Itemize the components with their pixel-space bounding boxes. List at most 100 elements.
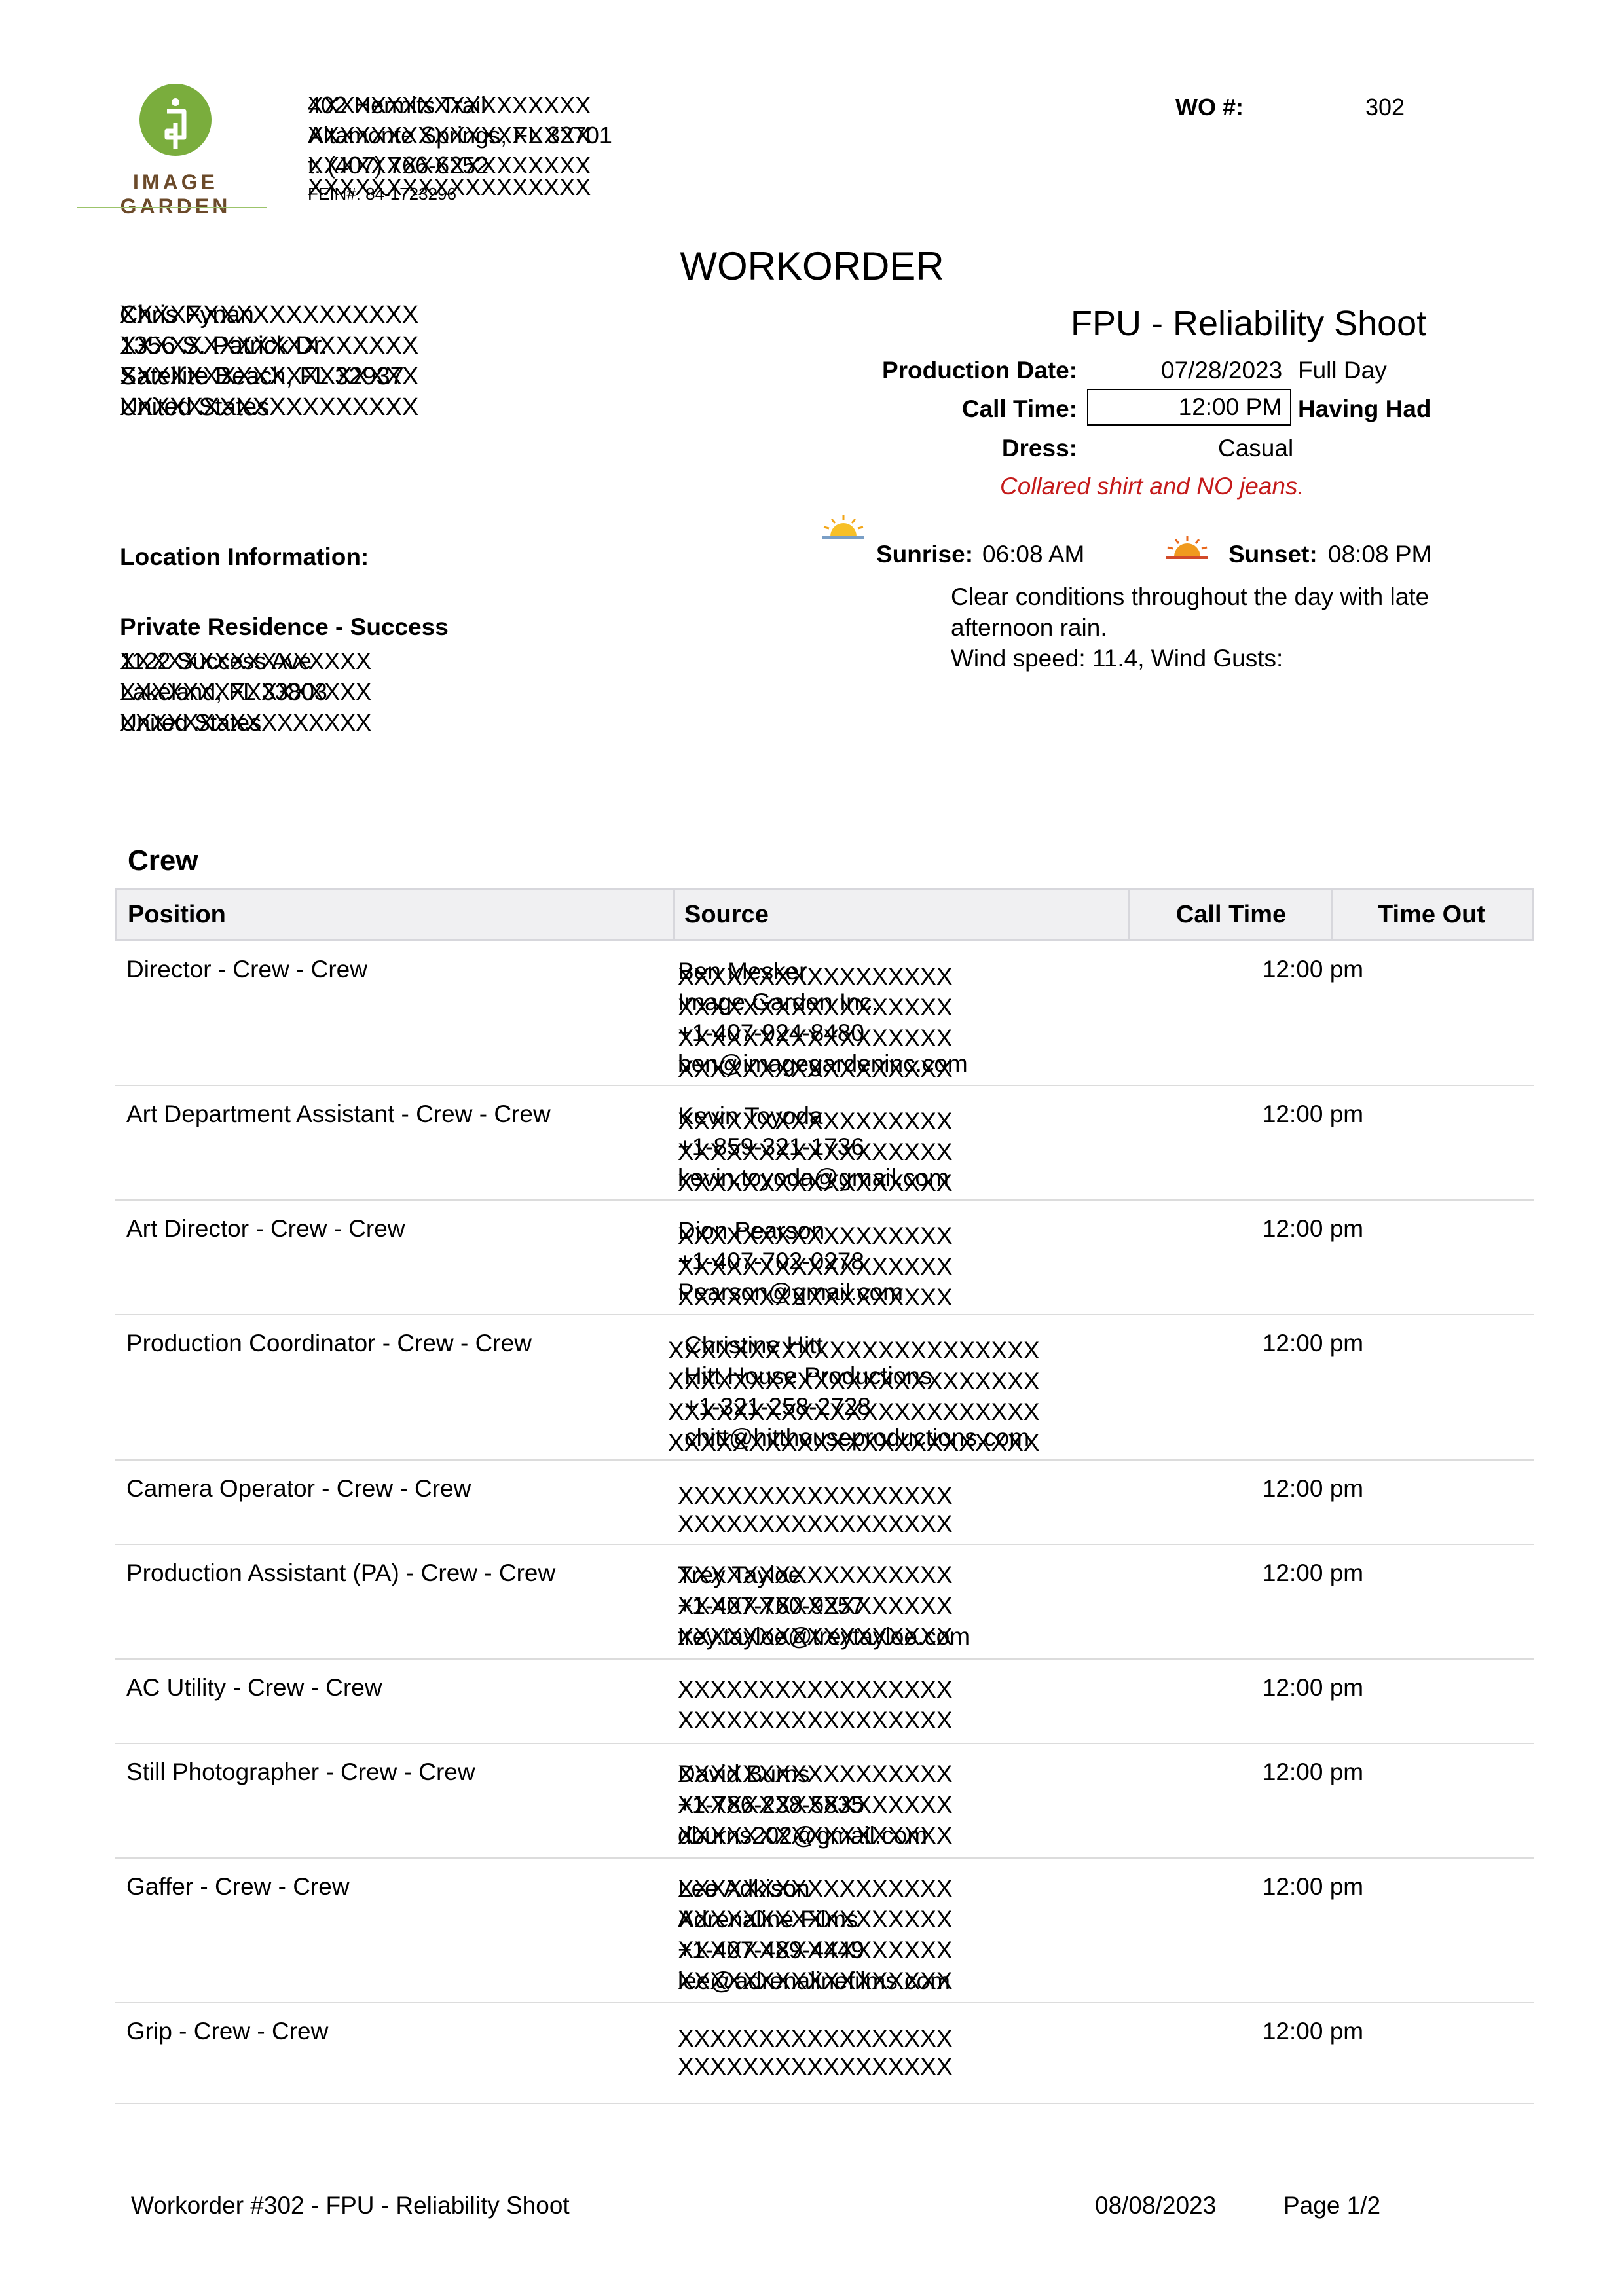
table-row: Grip - Crew - Crew XXXXXXXXXXXXXXXXX XXX… bbox=[115, 2003, 1534, 2104]
crew-source: XXXXXXXXXXXXXXXXX XXXXXXXXXXXXXXXXX bbox=[678, 1475, 953, 1537]
crew-call-time: 12:00 pm bbox=[1262, 1758, 1364, 1785]
crew-call-time: 12:00 pm bbox=[1262, 1475, 1364, 1502]
crew-table-header: Position Source Call Time Time Out bbox=[115, 888, 1534, 941]
crew-call-time: 12:00 pm bbox=[1262, 956, 1364, 983]
crew-source: David Burns XXXXXXXXXXXXXXXXX +1-786-238-… bbox=[678, 1758, 953, 1851]
company-line: 402 Hermits Trail XXXXXXXXXXXXXXXXXX bbox=[308, 92, 591, 118]
source-line: Hitt House Productions XXXXXXXXXXXXXXXXXX… bbox=[668, 1362, 1040, 1394]
source-line: dburns202@gmail.com XXXXXXXXXXXXXXXXX bbox=[678, 1822, 953, 1849]
table-row: Art Director - Crew - Crew Dion Pearson X… bbox=[115, 1201, 1534, 1315]
call-time-field: 12:00 PM bbox=[1087, 389, 1291, 426]
location-name: Private Residence - Success bbox=[120, 613, 449, 640]
sunset-time: 08:08 PM bbox=[1328, 541, 1432, 568]
crew-position: Production Assistant (PA) - Crew - Crew bbox=[126, 1559, 556, 1586]
call-time-label: Call Time: bbox=[961, 395, 1077, 422]
company-line: Altamonte Springs, FL 32701 XXXXXXXXXXXXX… bbox=[308, 122, 612, 149]
source-line: XXXXXXXXXXXXXXXXX bbox=[678, 1510, 953, 1537]
logo-mark-icon bbox=[139, 84, 212, 156]
table-row: Art Department Assistant - Crew - Crew K… bbox=[115, 1086, 1534, 1201]
location-line: Lakeland, FL 33803 XXXXXXXXXXXXXXXX bbox=[120, 678, 372, 705]
project-name: FPU - Reliability Shoot bbox=[1071, 304, 1427, 343]
location-line: 1122 Success Ave XXXXXXXXXXXXXXXX bbox=[120, 647, 372, 674]
source-line: XXXXXXXXXXXXXXXXX bbox=[678, 1676, 953, 1703]
source-line: +1-786-238-5835 XXXXXXXXXXXXXXXXX bbox=[678, 1791, 953, 1818]
logo-underline bbox=[77, 207, 267, 208]
wo-label: WO #: bbox=[1175, 94, 1244, 120]
production-date-label: Production Date: bbox=[881, 357, 1077, 384]
sunset-label: Sunset: bbox=[1228, 541, 1318, 568]
footer-title: Workorder #302 - FPU - Reliability Shoot bbox=[131, 2192, 570, 2219]
table-row: Still Photographer - Crew - Crew David B… bbox=[115, 1744, 1534, 1859]
sunrise-icon bbox=[817, 514, 864, 539]
table-row: Gaffer - Crew - Crew Lee Adkison XXXXXXXX… bbox=[115, 1859, 1534, 2003]
column-header-call-time: Call Time bbox=[1175, 901, 1287, 928]
wo-number: 302 bbox=[1365, 94, 1405, 120]
crew-source: XXXXXXXXXXXXXXXXX XXXXXXXXXXXXXXXXX bbox=[678, 1674, 953, 1736]
source-line: Lee Adkison XXXXXXXXXXXXXXXXX bbox=[678, 1875, 953, 1902]
location-title: Location Information: bbox=[120, 543, 369, 570]
sunrise-time: 06:08 AM bbox=[982, 541, 1085, 568]
source-line: +1-407-760-9257 XXXXXXXXXXXXXXXXX bbox=[678, 1592, 953, 1619]
crew-call-time: 12:00 pm bbox=[1262, 1215, 1364, 1242]
table-row: Camera Operator - Crew - Crew XXXXXXXXXX… bbox=[115, 1461, 1534, 1545]
production-date: 07/28/2023 bbox=[1161, 357, 1283, 384]
dress-label: Dress: bbox=[1001, 435, 1077, 462]
source-line: XXXXXXXXXXXXXXXXX bbox=[678, 1707, 953, 1734]
crew-section-title: Crew bbox=[128, 845, 198, 877]
crew-table: Position Source Call Time Time Out Direc… bbox=[115, 888, 1534, 2104]
logo-text: IMAGE GARDEN bbox=[120, 170, 231, 218]
source-line: ben@imagegardeninc.com XXXXXXXXXXXXXXXXX bbox=[678, 1050, 968, 1082]
weather-line: Wind speed: 11.4, Wind Gusts: bbox=[951, 645, 1283, 672]
column-header-time-out: Time Out bbox=[1378, 901, 1485, 928]
client-line: Chris Fynan XXXXXXXXXXXXXXXXXX bbox=[120, 301, 419, 329]
source-line: chitt@hitthouseproductions.com XXXXXXXXXX… bbox=[668, 1424, 1040, 1456]
source-line: +1-859-321-1736 XXXXXXXXXXXXXXXXX bbox=[678, 1133, 953, 1165]
source-line: +1-407-489-4449 XXXXXXXXXXXXXXXXX bbox=[678, 1937, 953, 1963]
source-line: Christine Hitt XXXXXXXXXXXXXXXXXXXXXXX bbox=[668, 1332, 1040, 1364]
source-line: Dion Pearson XXXXXXXXXXXXXXXXX bbox=[678, 1217, 953, 1249]
client-line: 1356 S. Patrick Dr. XXXXXXXXXXXXXXXXXX bbox=[120, 332, 419, 359]
crew-position: Production Coordinator - Crew - Crew bbox=[126, 1330, 532, 1357]
crew-call-time: 12:00 pm bbox=[1262, 1559, 1364, 1586]
day-type: Full Day bbox=[1298, 357, 1387, 384]
dress-note: Collared shirt and NO jeans. bbox=[1000, 473, 1304, 500]
source-line: trey.tayloe@treytayloe.com XXXXXXXXXXXXXX… bbox=[678, 1623, 970, 1650]
call-time-note: Having Had bbox=[1298, 395, 1431, 422]
company-address: 402 Hermits Trail XXXXXXXXXXXXXXXXXX Alta… bbox=[308, 90, 612, 207]
crew-position: Director - Crew - Crew bbox=[126, 956, 367, 983]
crew-position: Gaffer - Crew - Crew bbox=[126, 1873, 350, 1900]
source-line: kevin.toyoda@gmail.com XXXXXXXXXXXXXXXXX bbox=[678, 1164, 953, 1196]
sunset-icon bbox=[1161, 536, 1208, 559]
source-line: +1-321-258-2728 XXXXXXXXXXXXXXXXXXXXXXX bbox=[668, 1393, 1040, 1425]
client-line: Satellite Beach, FL 32937 XXXXXXXXXXXXXXX… bbox=[120, 363, 419, 390]
crew-position: Still Photographer - Crew - Crew bbox=[126, 1758, 475, 1785]
source-line: Image Garden Inc. XXXXXXXXXXXXXXXXX bbox=[678, 989, 953, 1021]
location-address: 1122 Success Ave XXXXXXXXXXXXXXXX Lakelan… bbox=[120, 646, 372, 738]
crew-source: Ben Mesker XXXXXXXXXXXXXXXXX Image Garden… bbox=[678, 956, 968, 1082]
source-line: lee@adrenalinefilms.com XXXXXXXXXXXXXXXXX bbox=[678, 1967, 953, 1994]
crew-source: XXXXXXXXXXXXXXXXX XXXXXXXXXXXXXXXXX bbox=[678, 2018, 953, 2080]
source-line: Pearson@gmail.com XXXXXXXXXXXXXXXXX bbox=[678, 1279, 953, 1311]
crew-call-time: 12:00 pm bbox=[1262, 1330, 1364, 1357]
dress-value: Casual bbox=[1218, 435, 1294, 462]
sunrise-label: Sunrise: bbox=[876, 541, 974, 568]
table-row: AC Utility - Crew - Crew XXXXXXXXXXXXXXX… bbox=[115, 1660, 1534, 1744]
crew-source: Dion Pearson XXXXXXXXXXXXXXXXX +1-407-702… bbox=[678, 1215, 953, 1311]
client-line: United States XXXXXXXXXXXXXXXXXX bbox=[120, 393, 419, 421]
table-row: Director - Crew - Crew Ben Mesker XXXXXXX… bbox=[115, 941, 1534, 1086]
crew-source: Kevin Toyoda XXXXXXXXXXXXXXXXX +1-859-321… bbox=[678, 1101, 953, 1196]
source-line: XXXXXXXXXXXXXXXXX bbox=[678, 2053, 953, 2080]
company-line: FEIN#: 84-1723296 XXXXXXXXXXXXXXXXXX bbox=[308, 173, 591, 204]
client-address: Chris Fynan XXXXXXXXXXXXXXXXXX 1356 S. Pa… bbox=[120, 300, 419, 423]
source-line: David Burns XXXXXXXXXXXXXXXXX bbox=[678, 1760, 953, 1787]
crew-call-time: 12:00 pm bbox=[1262, 2018, 1364, 2045]
crew-source: Christine Hitt XXXXXXXXXXXXXXXXXXXXXXX Hi… bbox=[668, 1330, 1040, 1456]
weather-line: afternoon rain. bbox=[951, 614, 1107, 641]
location-line: United States XXXXXXXXXXXXXXXX bbox=[120, 709, 372, 736]
footer-date: 08/08/2023 bbox=[1095, 2192, 1217, 2219]
column-header-position: Position bbox=[128, 901, 226, 928]
crew-position: AC Utility - Crew - Crew bbox=[126, 1674, 382, 1701]
column-divider bbox=[673, 890, 675, 939]
crew-call-time: 12:00 pm bbox=[1262, 1873, 1364, 1900]
crew-call-time: 12:00 pm bbox=[1262, 1674, 1364, 1701]
